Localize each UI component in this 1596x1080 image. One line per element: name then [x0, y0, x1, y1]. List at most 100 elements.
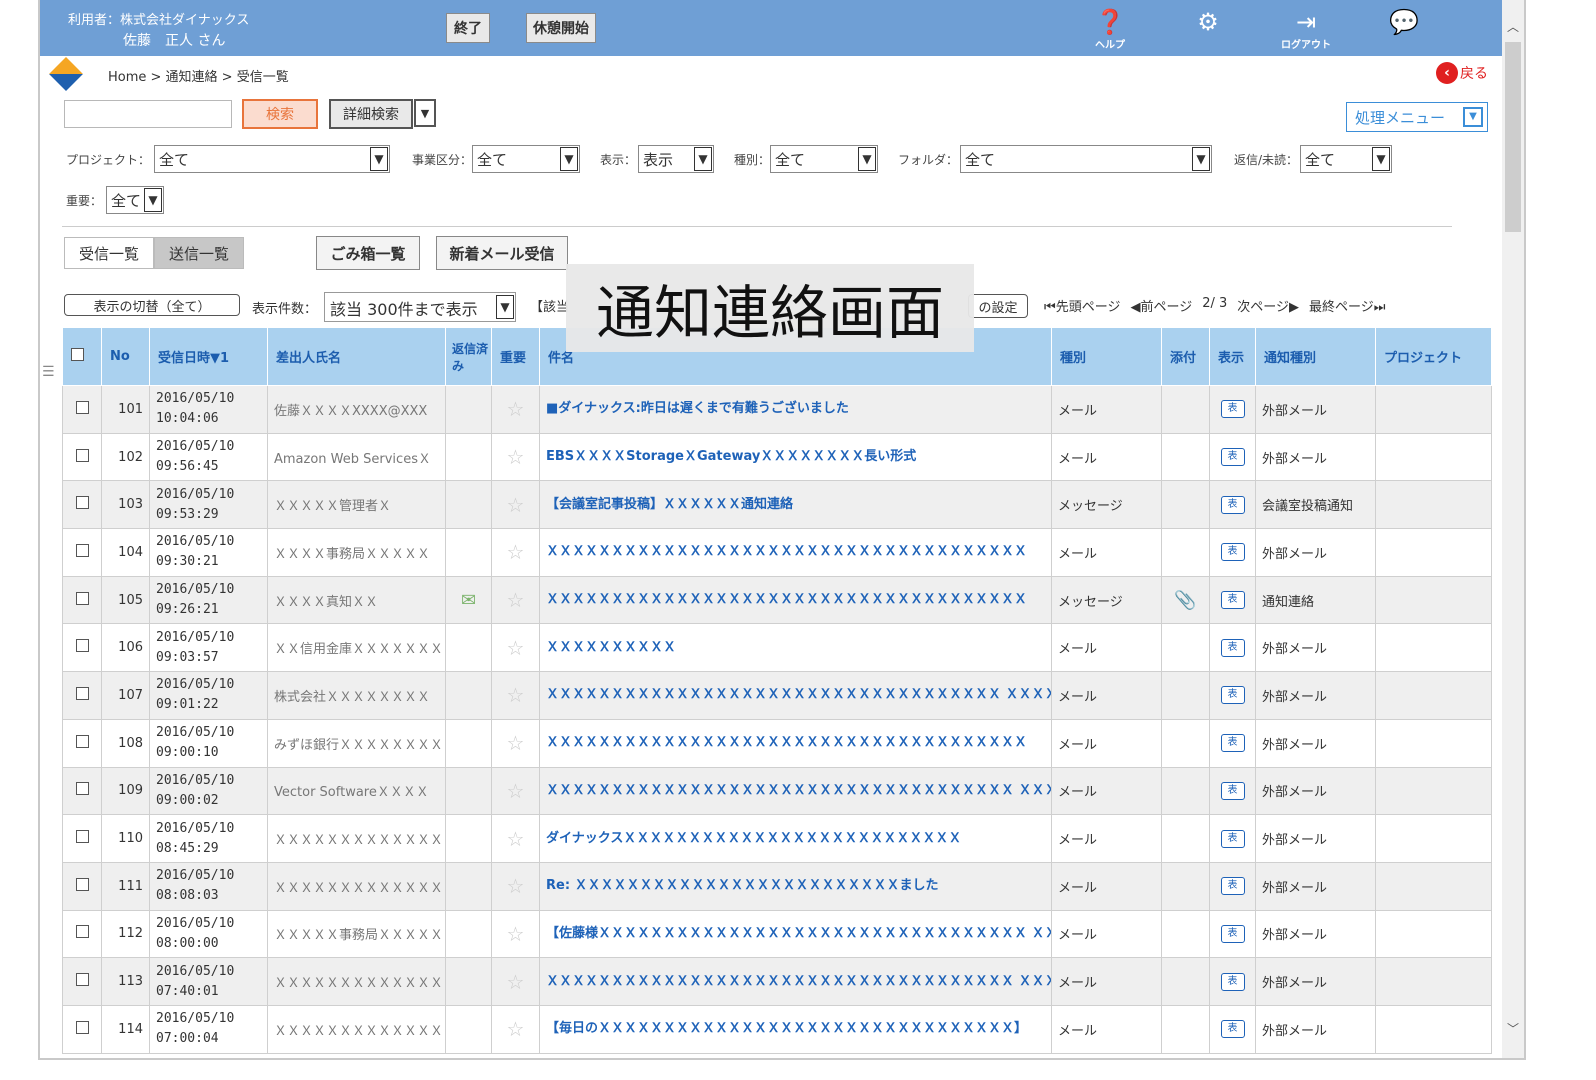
row-subject[interactable]: ＸＸＸＸＸＸＸＸＸＸＸＸＸＸＸＸＸＸＸＸＸＸＸＸＸＸＸＸＸＸＸＸＸＸＸＸＸ: [539, 575, 1052, 625]
table-row[interactable]: 110 2016/05/10 08:45:29 ＸＸＸＸＸＸＸＸＸＸＸＸＸＸ ☆ ダイナッ…: [62, 814, 1492, 863]
break-start-button[interactable]: 休憩開始: [526, 13, 596, 43]
scroll-thumb[interactable]: [1505, 42, 1521, 232]
trash-list-button[interactable]: ごみ箱一覧: [316, 236, 420, 270]
display-button[interactable]: 表: [1220, 781, 1245, 800]
col-received[interactable]: 受信日時▼1: [149, 327, 268, 386]
reply-filter-select[interactable]: 全て ▼: [1300, 145, 1392, 173]
star-icon[interactable]: ☆: [507, 683, 525, 707]
row-checkbox[interactable]: [62, 814, 102, 863]
project-filter-select[interactable]: 全て ▼: [154, 145, 390, 173]
row-display[interactable]: 表: [1209, 766, 1256, 816]
row-important[interactable]: ☆: [491, 909, 540, 959]
tab-sent[interactable]: 送信一覧: [154, 237, 244, 269]
row-checkbox[interactable]: [62, 957, 102, 1006]
detail-search-dropdown[interactable]: ▼: [414, 99, 436, 127]
table-row[interactable]: 112 2016/05/10 08:00:00 ＸＸＸＸＸ事務局ＸＸＸＸＸ ☆ 【佐藤様Ｘ…: [62, 909, 1492, 959]
star-icon[interactable]: ☆: [507, 588, 525, 612]
row-display[interactable]: 表: [1209, 432, 1256, 482]
col-replied[interactable]: 返信済み: [445, 327, 492, 386]
star-icon[interactable]: ☆: [507, 636, 525, 660]
side-grip-icon[interactable]: ☰: [42, 364, 56, 380]
row-checkbox[interactable]: [62, 718, 102, 768]
display-button[interactable]: 表: [1220, 495, 1245, 514]
row-display[interactable]: 表: [1209, 957, 1256, 1006]
select-all-checkbox[interactable]: [62, 327, 102, 386]
table-row[interactable]: 109 2016/05/10 09:00:02 Vector SoftwareＸＸＸＸ…: [62, 766, 1492, 816]
table-row[interactable]: 106 2016/05/10 09:03:57 ＸＸ信用金庫ＸＸＸＸＸＸＸ ☆ ＸＸＸＸＸ…: [62, 623, 1492, 673]
row-subject[interactable]: EBSＸＸＸＸStorageＸGatewayＸＸＸＸＸＸＸＸ長い形式: [539, 432, 1052, 482]
display-button[interactable]: 表: [1220, 591, 1245, 610]
row-important[interactable]: ☆: [491, 957, 540, 1006]
display-button[interactable]: 表: [1220, 400, 1245, 419]
display-button[interactable]: 表: [1220, 734, 1245, 753]
star-icon[interactable]: ☆: [507, 540, 525, 564]
row-subject[interactable]: ＸＸＸＸＸＸＸＸＸＸＸＸＸＸＸＸＸＸＸＸＸＸＸＸＸＸＸＸＸＸＸＸＸＸＸ ＸＸＸＸ…: [539, 671, 1052, 720]
row-checkbox[interactable]: [62, 385, 102, 434]
settings-button[interactable]: ⚙: [1176, 8, 1240, 52]
star-icon[interactable]: ☆: [507, 922, 525, 946]
row-subject[interactable]: 【佐藤様ＸＸＸＸＸＸＸＸＸＸＸＸＸＸＸＸＸＸＸＸＸＸＸＸＸＸＸＸＸＸＸＸＸ ＸＸ…: [539, 909, 1052, 959]
row-important[interactable]: ☆: [491, 718, 540, 768]
display-button[interactable]: 表: [1220, 448, 1245, 467]
row-important[interactable]: ☆: [491, 1004, 540, 1054]
row-subject[interactable]: ＸＸＸＸＸＸＸＸＸＸＸＸＸＸＸＸＸＸＸＸＸＸＸＸＸＸＸＸＸＸＸＸＸＸＸＸ ＸＸＸ…: [539, 957, 1052, 1006]
row-display[interactable]: 表: [1209, 671, 1256, 720]
star-icon[interactable]: ☆: [507, 970, 525, 994]
star-icon[interactable]: ☆: [507, 874, 525, 898]
scroll-down-icon[interactable]: ﹀: [1507, 1020, 1519, 1037]
help-button[interactable]: ❓ ヘルプ: [1078, 8, 1142, 52]
prev-page-link[interactable]: ◀前ページ: [1130, 296, 1192, 315]
table-row[interactable]: 102 2016/05/10 09:56:45 Amazon Web Services…: [62, 432, 1492, 482]
business-filter-select[interactable]: 全て ▼: [472, 145, 580, 173]
row-important[interactable]: ☆: [491, 528, 540, 577]
table-row[interactable]: 104 2016/05/10 09:30:21 ＸＸＸＸ事務局ＸＸＸＸＸ ☆ ＸＸＸＸＸＸ…: [62, 528, 1492, 577]
table-row[interactable]: 105 2016/05/10 09:26:21 ＸＸＸＸ真知ＸＸ ✉ ☆ ＸＸＸＸＸＸＸＸＸ…: [62, 575, 1492, 625]
col-display[interactable]: 表示: [1209, 327, 1256, 386]
table-row[interactable]: 103 2016/05/10 09:53:29 ＸＸＸＸＸ管理者Ｘ ☆ 【会議室記事投稿】…: [62, 480, 1492, 530]
display-button[interactable]: 表: [1220, 877, 1245, 896]
count-select[interactable]: 該当 300件まで表示 ▼: [324, 292, 516, 322]
search-button[interactable]: 検索: [242, 99, 318, 129]
kind-filter-select[interactable]: 全て ▼: [770, 145, 878, 173]
row-display[interactable]: 表: [1209, 718, 1256, 768]
back-button[interactable]: ‹ 戻る: [1436, 62, 1488, 84]
row-important[interactable]: ☆: [491, 623, 540, 673]
display-button[interactable]: 表: [1220, 638, 1245, 657]
row-subject[interactable]: ＸＸＸＸＸＸＸＸＸＸＸＸＸＸＸＸＸＸＸＸＸＸＸＸＸＸＸＸＸＸＸＸＸＸＸＸ ＸＸＸ…: [539, 766, 1052, 816]
row-display[interactable]: 表: [1209, 623, 1256, 673]
row-subject[interactable]: ＸＸＸＸＸＸＸＸＸＸＸＸＸＸＸＸＸＸＸＸＸＸＸＸＸＸＸＸＸＸＸＸＸＸＸＸＸ: [539, 718, 1052, 768]
star-icon[interactable]: ☆: [507, 493, 525, 517]
row-checkbox[interactable]: [62, 623, 102, 673]
detail-search-button[interactable]: 詳細検索: [329, 99, 413, 129]
col-sender[interactable]: 差出人氏名: [267, 327, 446, 386]
process-menu-button[interactable]: 処理メニュー ▼: [1346, 102, 1488, 132]
table-row[interactable]: 113 2016/05/10 07:40:01 ＸＸＸＸＸＸＸＸＸＸＸＸＸＸ ☆ ＸＸＸＸ…: [62, 957, 1492, 1006]
new-mail-button[interactable]: 新着メール受信: [436, 236, 568, 270]
row-checkbox[interactable]: [62, 766, 102, 816]
row-checkbox[interactable]: [62, 575, 102, 625]
row-important[interactable]: ☆: [491, 766, 540, 816]
table-row[interactable]: 111 2016/05/10 08:08:03 ＸＸＸＸＸＸＸＸＸＸＸＸＸＸ ☆ Re: …: [62, 861, 1492, 911]
scroll-up-icon[interactable]: ︿: [1507, 18, 1519, 35]
tab-inbox[interactable]: 受信一覧: [64, 237, 154, 269]
row-checkbox[interactable]: [62, 480, 102, 530]
row-display[interactable]: 表: [1209, 385, 1256, 434]
settings-link-button[interactable]: の設定: [968, 294, 1028, 318]
row-subject[interactable]: ＸＸＸＸＸＸＸＸＸＸ: [539, 623, 1052, 673]
row-subject[interactable]: ＸＸＸＸＸＸＸＸＸＸＸＸＸＸＸＸＸＸＸＸＸＸＸＸＸＸＸＸＸＸＸＸＸＸＸＸＸ: [539, 528, 1052, 577]
important-filter-select[interactable]: 全て ▼: [106, 186, 164, 214]
vertical-scrollbar[interactable]: ︿ ﹀: [1502, 0, 1524, 1058]
col-project[interactable]: プロジェクト: [1375, 327, 1492, 386]
row-display[interactable]: 表: [1209, 909, 1256, 959]
row-important[interactable]: ☆: [491, 432, 540, 482]
row-important[interactable]: ☆: [491, 385, 540, 434]
col-kind[interactable]: 種別: [1051, 327, 1162, 386]
row-subject[interactable]: Re: ＸＸＸＸＸＸＸＸＸＸＸＸＸＸＸＸＸＸＸＸＸＸＸＸＸました: [539, 861, 1052, 911]
row-checkbox[interactable]: [62, 432, 102, 482]
display-button[interactable]: 表: [1220, 829, 1245, 848]
row-display[interactable]: 表: [1209, 575, 1256, 625]
display-toggle-button[interactable]: 表示の切替（全て）: [64, 294, 240, 316]
row-important[interactable]: ☆: [491, 671, 540, 720]
star-icon[interactable]: ☆: [507, 1017, 525, 1041]
star-icon[interactable]: ☆: [507, 827, 525, 851]
